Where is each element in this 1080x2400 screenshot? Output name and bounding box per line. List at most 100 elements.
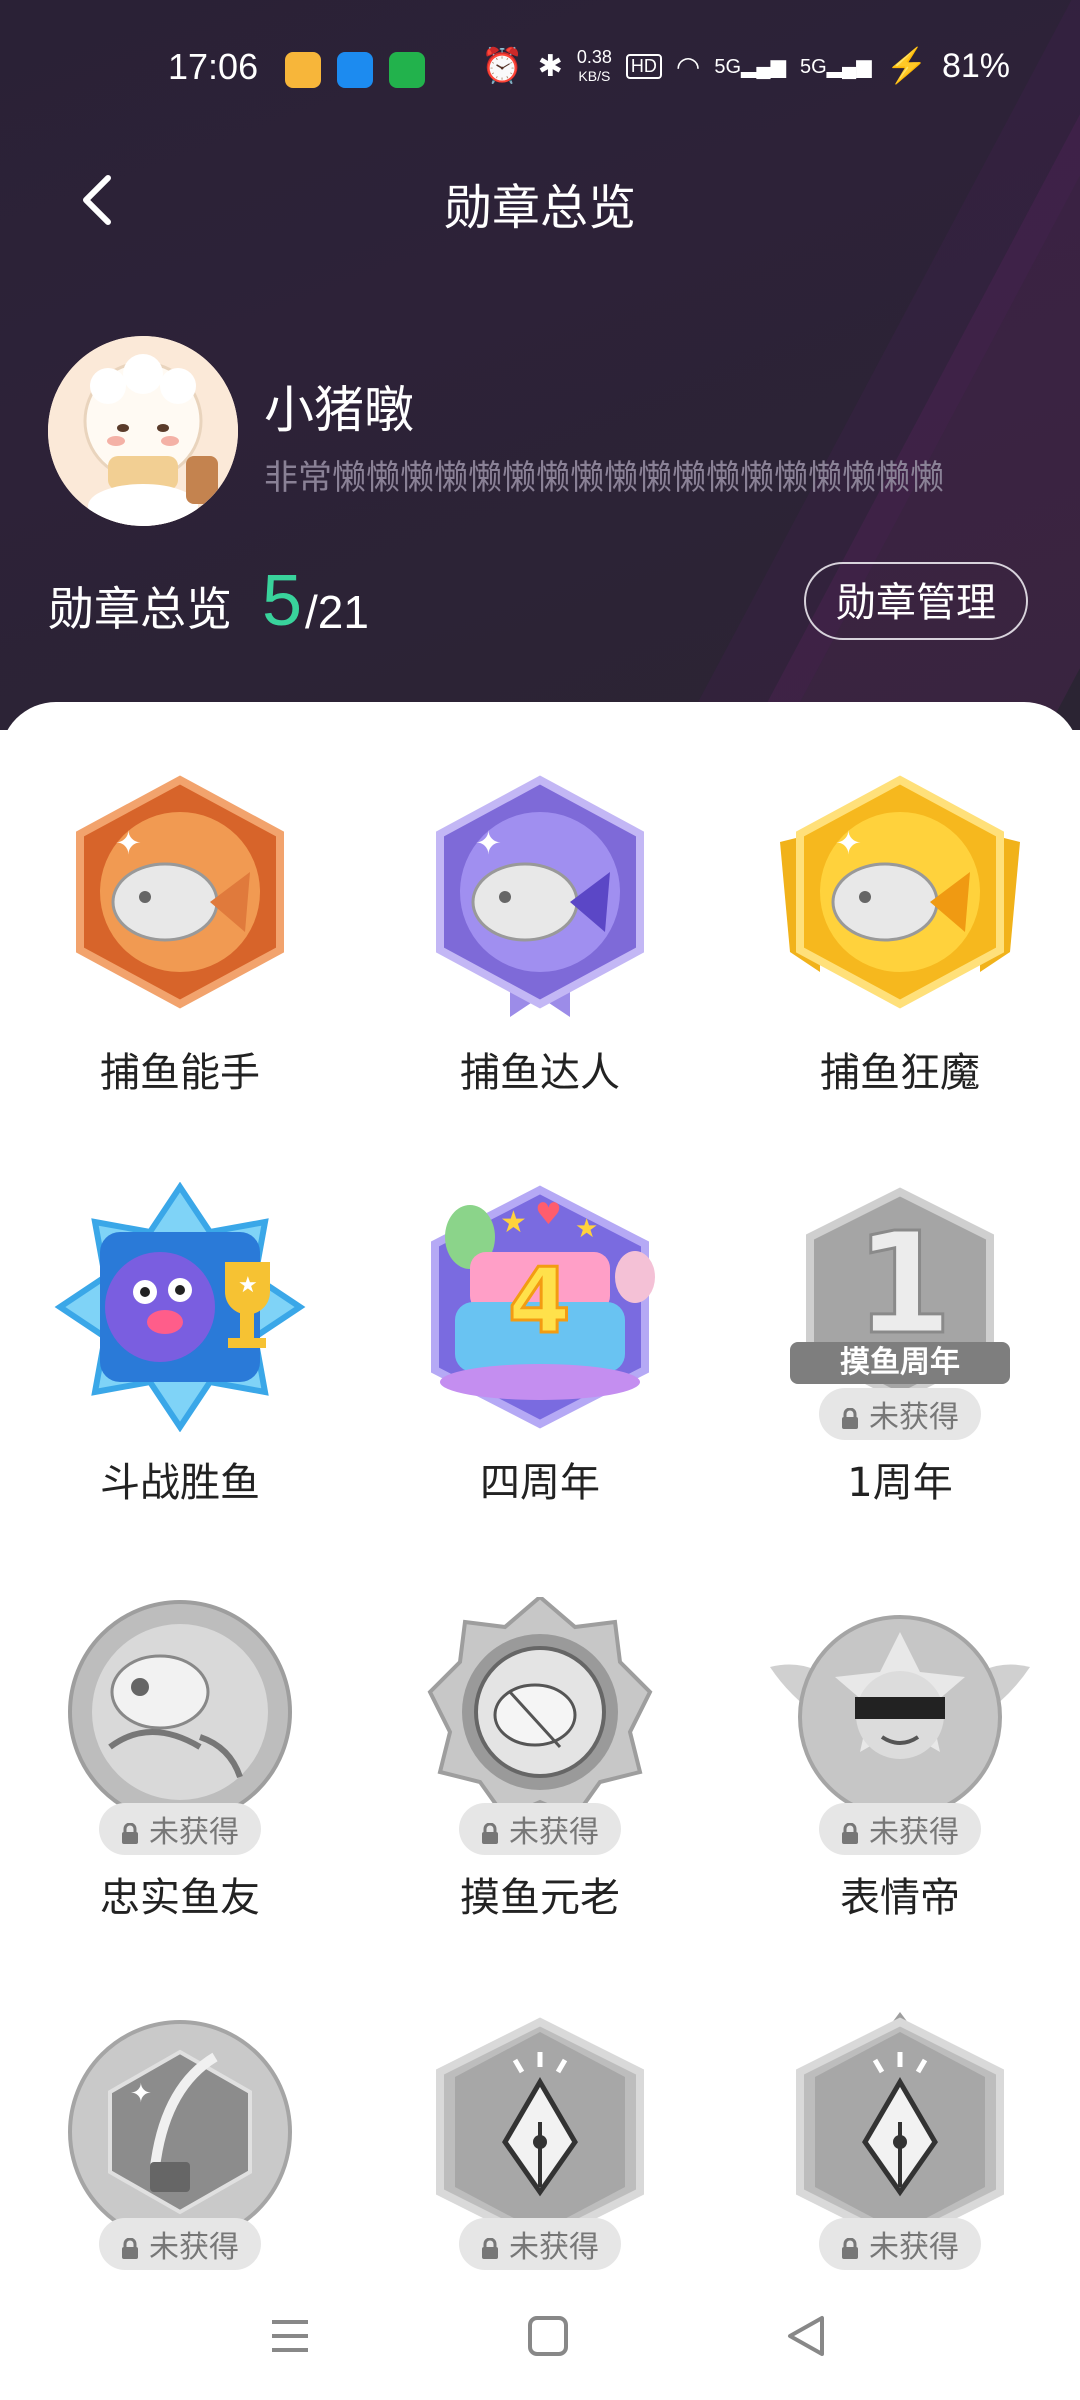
medal-badge: ★ [40, 1181, 320, 1433]
earned-count: 5 [262, 561, 303, 641]
status-right: ⏰ ✱ 0.38 KB/S HD ◠ 5G▂▄▆ 5G▂▄▆ ⚡ 81% [481, 46, 1010, 86]
locked-text: 未获得 [149, 2230, 239, 2265]
shield-app-icon [337, 52, 373, 88]
locked-badge: 未获得 [819, 2218, 981, 2270]
signal-5g-2: 5G▂▄▆ [799, 55, 872, 78]
wifi-icon: ◠ [675, 50, 701, 82]
medal-name: 捕鱼狂魔 [820, 1050, 980, 1096]
medal-name: 捕鱼达人 [460, 1050, 620, 1096]
battery-percent: 81% [941, 46, 1010, 85]
medal-name: 四周年 [480, 1460, 600, 1506]
net-speed-value: 0.38 [576, 46, 612, 67]
locked-text: 未获得 [509, 1815, 599, 1850]
locked-badge: 未获得 [99, 2218, 261, 2270]
pufferfish-trophy-medal-icon: ★ [54, 1181, 306, 1433]
medal-badge: ✦ [400, 772, 680, 1022]
lock-icon [121, 2233, 139, 2259]
locked-badge: 未获得 [819, 1803, 981, 1855]
medal-item[interactable]: 未获得 [750, 2012, 1050, 2270]
medal-name: 斗战胜鱼 [100, 1460, 260, 1506]
signal-bars-icon: ▂▄▆ [741, 55, 786, 78]
triangle-back-icon [788, 2316, 824, 2356]
status-bar: 17:06 ⏰ ✱ 0.38 KB/S HD ◠ 5G▂▄▆ 5G▂▄▆ ⚡ 8… [0, 0, 1080, 140]
locked-badge: 未获得 [459, 1803, 621, 1855]
medal-badge: ✦ [760, 772, 1040, 1022]
store-app-icon [389, 52, 425, 88]
weibo-icon [285, 52, 321, 88]
username: 小猪暾 [264, 381, 414, 439]
medal-badge: 1 摸鱼周年 未获得 [760, 1182, 1040, 1440]
svg-text:✦: ✦ [835, 824, 862, 862]
medal-badge: 未获得 [400, 2012, 680, 2270]
medal-name: 摸鱼元老 [460, 1875, 620, 1921]
medal-badge: ✦ 未获得 [40, 2012, 320, 2270]
fish-medal-icon: ✦ [436, 775, 644, 1017]
locked-badge: 未获得 [459, 2218, 621, 2270]
medal-badge: 未获得 [760, 1597, 1040, 1855]
svg-text:摸鱼周年: 摸鱼周年 [840, 1345, 960, 1380]
svg-text:★: ★ [500, 1205, 527, 1240]
locked-text: 未获得 [509, 2230, 599, 2265]
medal-manage-button[interactable]: 勋章管理 [804, 562, 1028, 640]
medal-badge: ✦ [40, 772, 320, 1022]
medal-badge: 未获得 [760, 2012, 1040, 2270]
medal-item[interactable]: 未获得 忠实鱼友 [30, 1597, 330, 1923]
lock-icon [841, 1403, 859, 1429]
medal-item[interactable]: 未获得 [390, 2012, 690, 2270]
lock-icon [481, 2233, 499, 2259]
medal-name: 忠实鱼友 [100, 1875, 260, 1921]
charging-icon: ⚡ [885, 47, 928, 85]
medal-item[interactable]: ✦ 捕鱼达人 [390, 772, 690, 1098]
svg-text:✦: ✦ [115, 824, 142, 862]
medal-item[interactable]: 未获得 表情帝 [750, 1597, 1050, 1923]
medal-name: 捕鱼能手 [100, 1050, 260, 1096]
bluetooth-icon: ✱ [537, 49, 563, 83]
locked-text: 未获得 [869, 2230, 959, 2265]
medal-name: 表情帝 [840, 1875, 960, 1921]
locked-text: 未获得 [149, 1815, 239, 1850]
system-nav-bar [0, 2272, 1080, 2400]
status-time: 17:06 [168, 46, 259, 87]
user-bio: 非常懒懒懒懒懒懒懒懒懒懒懒懒懒懒懒懒懒懒 [264, 458, 944, 498]
medal-badge: 未获得 [40, 1597, 320, 1855]
svg-text:♥: ♥ [535, 1197, 562, 1232]
sheep-avatar-icon [48, 336, 238, 526]
total-count: /21 [305, 586, 369, 638]
medal-item[interactable]: ★ 斗战胜鱼 [30, 1181, 330, 1508]
back-nav-button[interactable] [782, 2312, 830, 2360]
medal-item[interactable]: 1 摸鱼周年 未获得 1周年 [750, 1182, 1050, 1508]
fish-medal-icon: ✦ [780, 775, 1020, 1009]
square-home-icon [528, 2316, 568, 2356]
medal-name: 1周年 [847, 1460, 953, 1506]
avatar[interactable] [48, 336, 238, 526]
lock-icon [121, 1818, 139, 1844]
svg-text:4: 4 [508, 1249, 571, 1354]
lock-icon [841, 1818, 859, 1844]
net-speed: 0.38 KB/S [577, 48, 612, 85]
medal-item[interactable]: ✦ 未获得 [30, 2012, 330, 2270]
cake-anniversary-medal-icon: 4 ★ ★ ♥ [431, 1185, 655, 1429]
menu-icon [272, 2320, 308, 2352]
medal-badge: 4 ★ ★ ♥ [400, 1182, 680, 1432]
locked-badge: 未获得 [819, 1388, 981, 1440]
svg-text:✦: ✦ [475, 824, 502, 862]
signal-5g-1: 5G▂▄▆ [714, 55, 786, 78]
medal-grid-panel: ✦ 捕鱼能手 ✦ 捕鱼达人 ✦ 捕鱼狂魔 ★ 斗战胜鱼 4 ★ ★ ♥ 四周年 … [0, 702, 1080, 2272]
lock-icon [481, 1818, 499, 1844]
locked-badge: 未获得 [99, 1803, 261, 1855]
page-title: 勋章总览 [443, 180, 636, 236]
medal-item[interactable]: 未获得 摸鱼元老 [390, 1594, 690, 1923]
alarm-icon: ⏰ [481, 47, 524, 85]
medal-item[interactable]: 4 ★ ★ ♥ 四周年 [390, 1182, 690, 1508]
home-button[interactable] [524, 2312, 572, 2360]
medal-item[interactable]: ✦ 捕鱼狂魔 [750, 772, 1050, 1098]
medal-item[interactable]: ✦ 捕鱼能手 [30, 772, 330, 1098]
medal-overview-label: 勋章总览 [48, 582, 232, 636]
svg-text:★: ★ [238, 1273, 258, 1298]
svg-text:★: ★ [575, 1214, 598, 1244]
locked-text: 未获得 [869, 1400, 959, 1435]
fish-medal-icon: ✦ [76, 775, 284, 1009]
net-speed-unit: KB/S [578, 67, 611, 84]
svg-text:✦: ✦ [130, 2079, 152, 2109]
menu-button[interactable] [266, 2312, 314, 2360]
